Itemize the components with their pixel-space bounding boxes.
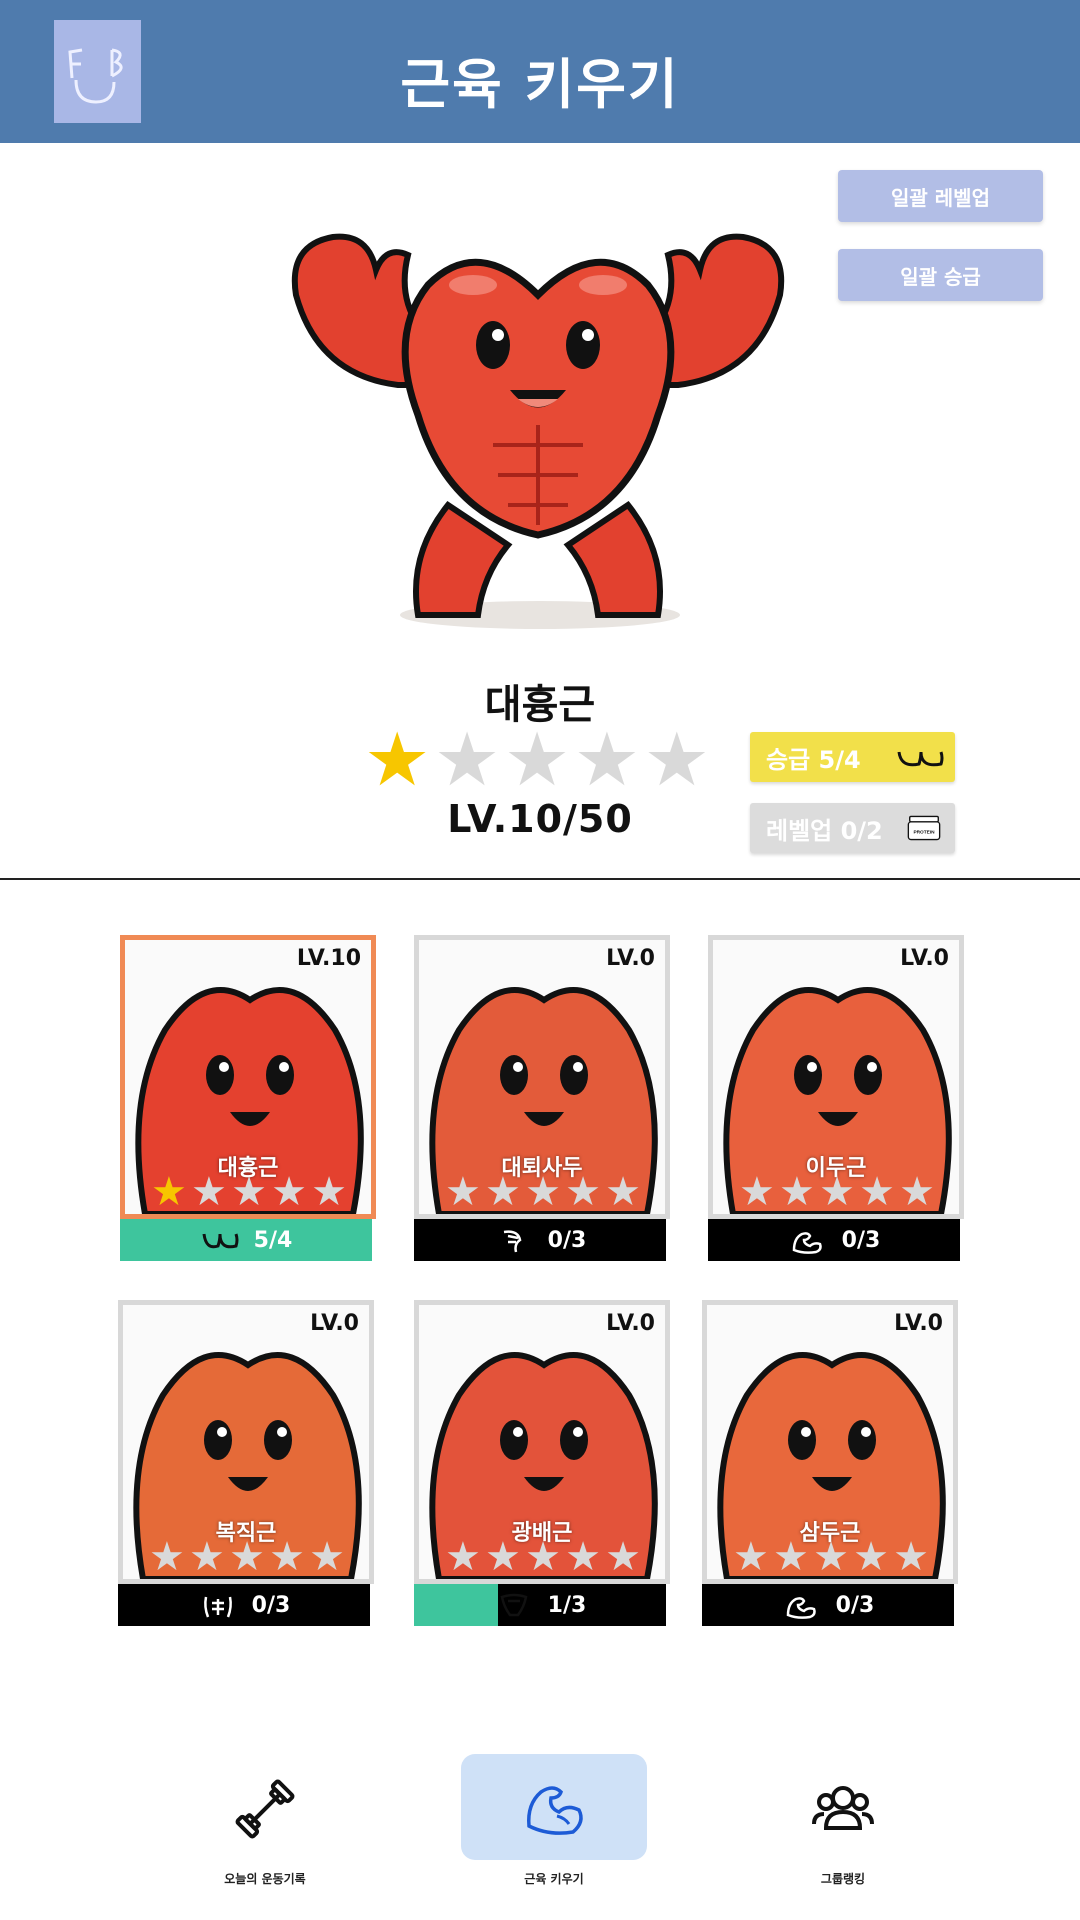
muscle-level: LV.0 bbox=[310, 1311, 359, 1336]
star-icon: ★ bbox=[643, 717, 710, 803]
muscle-progress-label: 0/3 bbox=[547, 1227, 587, 1253]
star-icon: ★ bbox=[445, 1169, 481, 1215]
star-icon: ★ bbox=[485, 1534, 521, 1580]
star-icon: ★ bbox=[779, 1169, 815, 1215]
muscle-star-rating: ★ ★ ★ ★ ★ bbox=[733, 1537, 929, 1577]
protein-icon: PROTEIN bbox=[907, 815, 941, 841]
star-icon: ★ bbox=[309, 1534, 345, 1580]
levelup-button[interactable]: 레벨업 0/2 PROTEIN bbox=[750, 803, 955, 853]
chest-icon bbox=[202, 1233, 239, 1249]
muscle-level: LV.0 bbox=[900, 946, 949, 971]
muscle-progress-label: 0/3 bbox=[835, 1592, 875, 1618]
star-icon: ★ bbox=[525, 1534, 561, 1580]
star-icon: ★ bbox=[151, 1169, 187, 1215]
promote-button[interactable]: 승급 5/4 bbox=[750, 732, 955, 782]
muscle-star-rating: ★ ★ ★ ★ ★ bbox=[445, 1172, 641, 1212]
back-icon bbox=[500, 1593, 528, 1617]
star-icon: ★ bbox=[773, 1534, 809, 1580]
muscle-card-image: LV.0 삼두근 ★ ★ ★ ★ ★ bbox=[702, 1300, 958, 1584]
star-icon: ★ bbox=[813, 1534, 849, 1580]
tricep-icon bbox=[786, 1597, 816, 1619]
chest-icon bbox=[897, 751, 944, 767]
nav-workout-log-label: 오늘의 운동기록 bbox=[224, 1872, 306, 1886]
leg-icon bbox=[503, 1230, 522, 1253]
star-icon: ★ bbox=[269, 1534, 305, 1580]
star-icon: ★ bbox=[445, 1534, 481, 1580]
star-icon: ★ bbox=[853, 1534, 889, 1580]
star-icon: ★ bbox=[271, 1169, 307, 1215]
muscle-progress-label: 5/4 bbox=[253, 1227, 293, 1253]
star-icon: ★ bbox=[311, 1169, 347, 1215]
muscle-card-image: LV.0 이두근 ★ ★ ★ ★ ★ bbox=[708, 935, 964, 1219]
muscle-star-rating: ★ ★ ★ ★ ★ bbox=[739, 1172, 935, 1212]
muscle-card-image: LV.10 대흉근 ★ ★ ★ ★ ★ bbox=[120, 935, 376, 1219]
muscle-progress-bar: 0/3 bbox=[118, 1584, 370, 1626]
muscle-progress-label: 1/3 bbox=[547, 1592, 587, 1618]
star-icon: ★ bbox=[605, 1534, 641, 1580]
star-icon: ★ bbox=[739, 1169, 775, 1215]
muscle-level: LV.10 bbox=[296, 946, 361, 971]
star-icon: ★ bbox=[149, 1534, 185, 1580]
star-icon: ★ bbox=[819, 1169, 855, 1215]
muscle-progress-bar: 0/3 bbox=[708, 1219, 960, 1261]
muscle-progress-label: 0/3 bbox=[841, 1227, 881, 1253]
muscle-level: LV.0 bbox=[894, 1311, 943, 1336]
protein-text: PROTEIN bbox=[913, 829, 935, 835]
batch-promote-button[interactable]: 일괄 승급 bbox=[838, 249, 1043, 301]
promote-label: 승급 5/4 bbox=[766, 745, 861, 774]
group-icon bbox=[812, 1786, 874, 1830]
star-icon: ★ bbox=[733, 1534, 769, 1580]
app-title: 근육 키우기 bbox=[400, 53, 680, 116]
star-icon: ★ bbox=[364, 717, 431, 803]
arm-icon bbox=[527, 1786, 583, 1835]
star-icon: ★ bbox=[485, 1169, 521, 1215]
star-icon: ★ bbox=[899, 1169, 935, 1215]
star-icon: ★ bbox=[433, 717, 501, 803]
nav-workout-log[interactable]: 오늘의 운동기록 bbox=[172, 1754, 358, 1894]
star-icon: ★ bbox=[605, 1169, 641, 1215]
batch-levelup-button[interactable]: 일괄 레벨업 bbox=[838, 170, 1043, 222]
star-icon: ★ bbox=[525, 1169, 561, 1215]
star-icon: ★ bbox=[565, 1169, 601, 1215]
muscle-progress-label: 0/3 bbox=[251, 1592, 291, 1618]
muscle-star-rating: ★ ★ ★ ★ ★ bbox=[445, 1537, 641, 1577]
muscle-progress-bar: 1/3 bbox=[414, 1584, 666, 1626]
progress-fill bbox=[414, 1584, 498, 1626]
section-divider bbox=[0, 878, 1080, 880]
muscle-progress-bar: 0/3 bbox=[702, 1584, 954, 1626]
levelup-label: 레벨업 0/2 bbox=[766, 816, 883, 845]
star-icon: ★ bbox=[503, 717, 571, 803]
muscle-star-rating: ★ ★ ★ ★ ★ bbox=[149, 1537, 345, 1577]
nav-group-ranking-label: 그룹랭킹 bbox=[820, 1872, 866, 1886]
abs-icon bbox=[203, 1596, 232, 1618]
star-icon: ★ bbox=[189, 1534, 225, 1580]
hero-star-rating: ★ ★ ★ ★ ★ bbox=[364, 717, 710, 803]
app-header: 근육 키우기 bbox=[0, 0, 1080, 143]
muscle-card-image: LV.0 복직근 ★ ★ ★ ★ ★ bbox=[118, 1300, 374, 1584]
muscle-progress-bar: 0/3 bbox=[414, 1219, 666, 1261]
dumbbell-icon bbox=[235, 1779, 295, 1839]
nav-grow-muscle[interactable]: 근육 키우기 bbox=[461, 1754, 647, 1894]
star-icon: ★ bbox=[231, 1169, 267, 1215]
star-icon: ★ bbox=[229, 1534, 265, 1580]
nav-grow-muscle-label: 근육 키우기 bbox=[524, 1872, 584, 1886]
muscle-star-rating: ★ ★ ★ ★ ★ bbox=[151, 1172, 347, 1212]
muscle-card-image: LV.0 광배근 ★ ★ ★ ★ ★ bbox=[414, 1300, 670, 1584]
bicep-icon bbox=[792, 1232, 822, 1254]
muscle-progress-bar: 5/4 bbox=[120, 1219, 372, 1261]
star-icon: ★ bbox=[859, 1169, 895, 1215]
star-icon: ★ bbox=[893, 1534, 929, 1580]
star-icon: ★ bbox=[191, 1169, 227, 1215]
muscle-level: LV.0 bbox=[606, 1311, 655, 1336]
muscle-level: LV.0 bbox=[606, 946, 655, 971]
star-icon: ★ bbox=[573, 717, 641, 803]
star-icon: ★ bbox=[565, 1534, 601, 1580]
nav-group-ranking[interactable]: 그룹랭킹 bbox=[750, 1754, 936, 1894]
hero-muscle-character bbox=[278, 175, 798, 655]
muscle-card-image: LV.0 대퇴사두 ★ ★ ★ ★ ★ bbox=[414, 935, 670, 1219]
